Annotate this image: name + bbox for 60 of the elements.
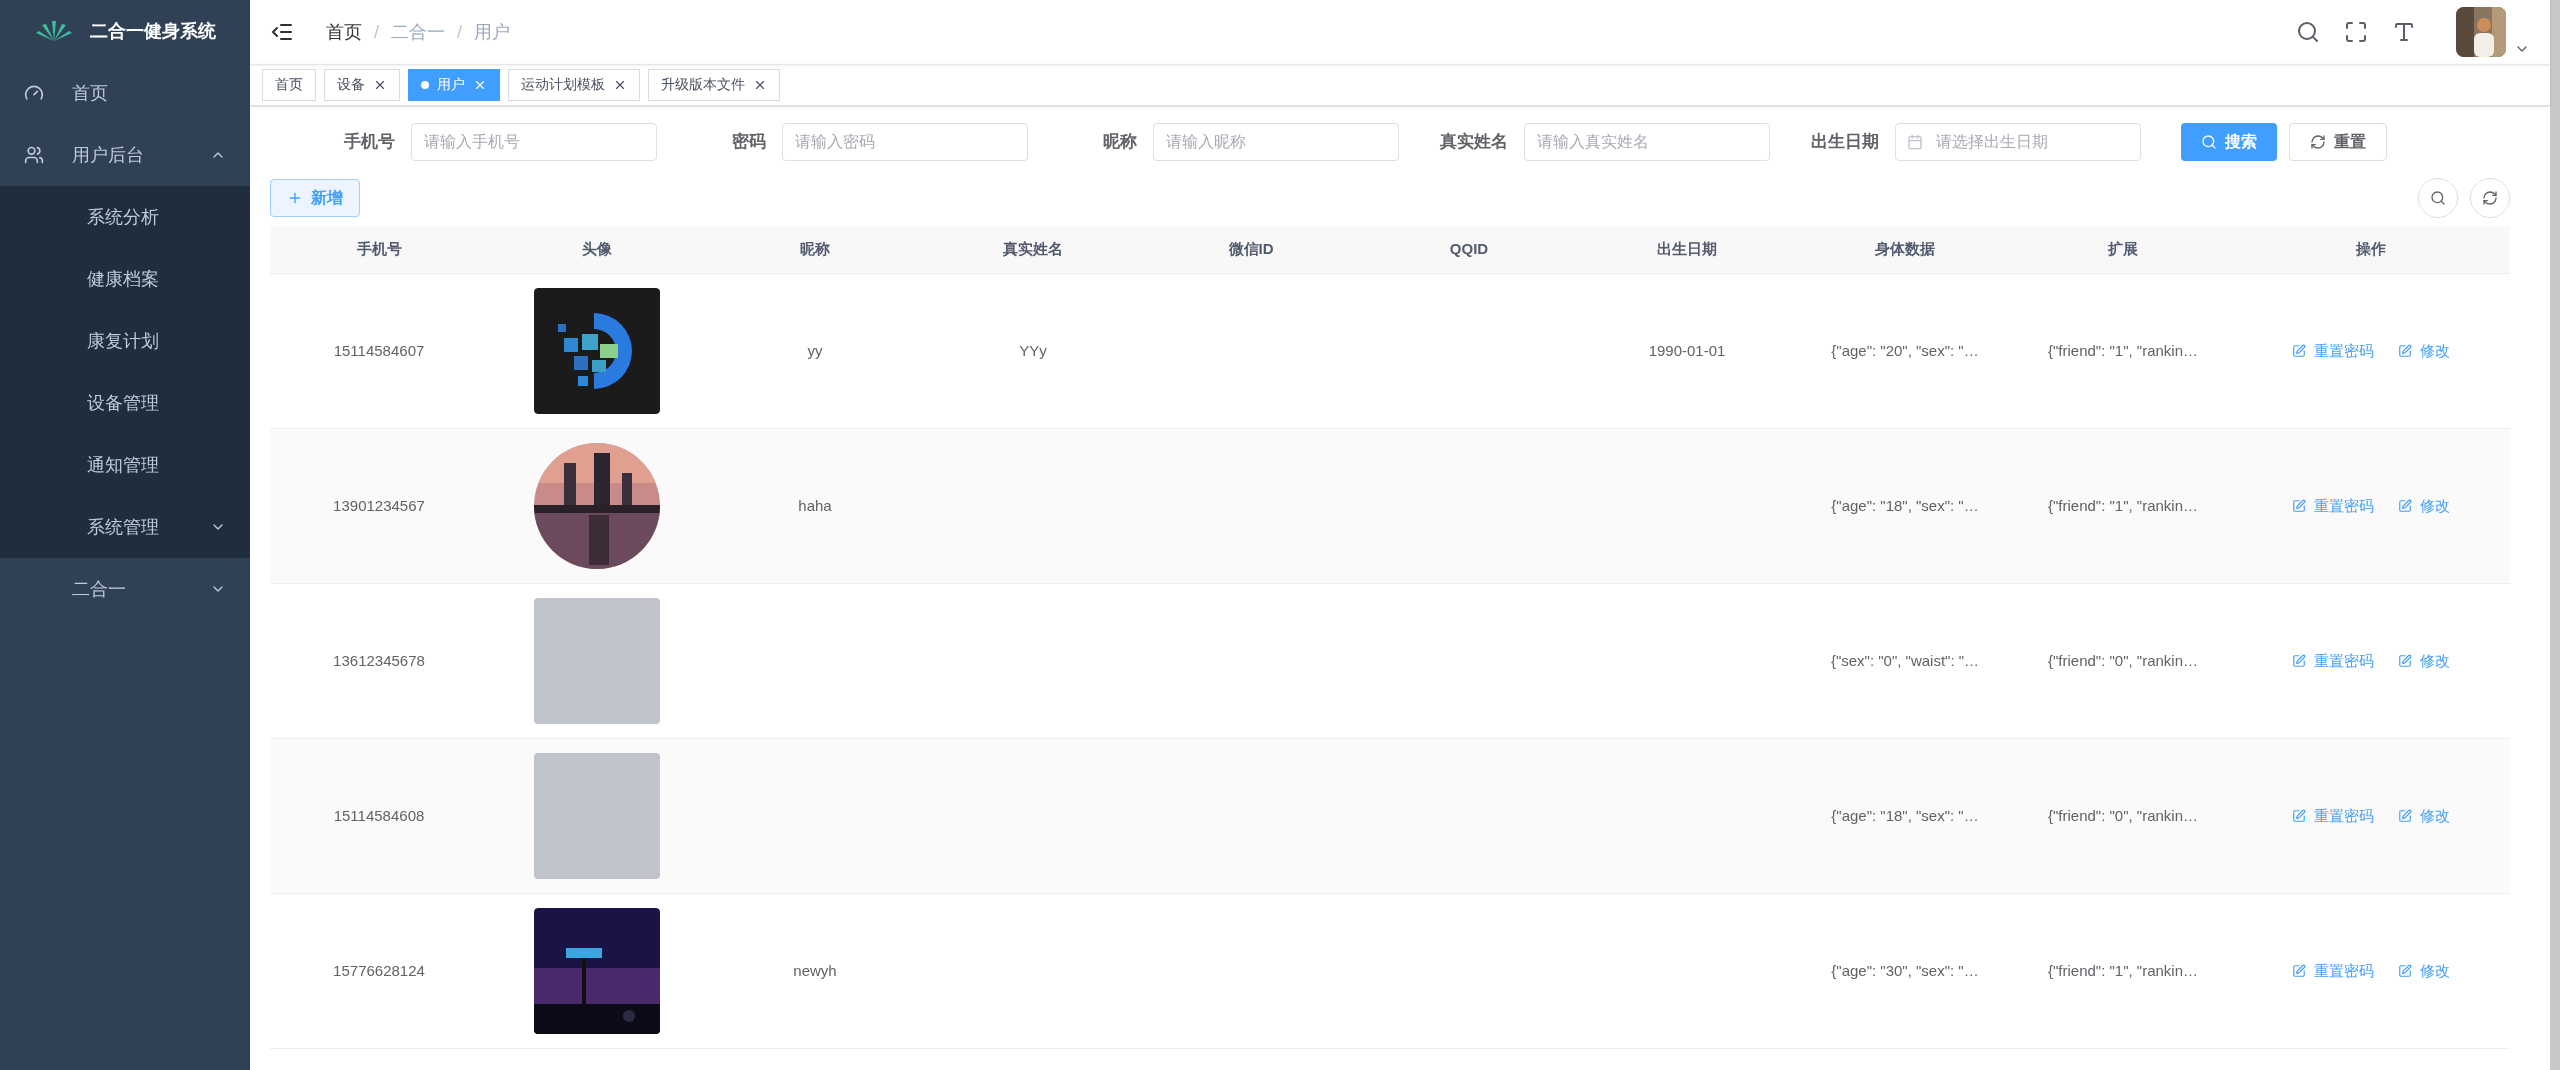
reset-button[interactable]: 重置 [2289,123,2387,161]
table-cell-text: {"age": "30", "sex": "… [1830,960,1980,981]
table-cell-text: 13901234567 [332,495,426,516]
table-cell-text: YYy [1018,340,1048,361]
menu-item[interactable]: 二合一 [0,558,250,620]
table-cell-text: 15114584608 [332,805,426,826]
column-header: 真实姓名 [1002,239,1064,260]
table-cell-text: {"friend": "0", "rankin… [2047,650,2199,671]
submenu-item[interactable]: 系统分析 [0,186,250,248]
column-header: 昵称 [799,239,831,260]
table-cell-text: 15114584607 [332,340,426,361]
column-header: 操作 [2355,239,2387,260]
table-cell-text: 13612345678 [332,650,426,671]
menu-item[interactable]: 用户后台 [0,124,250,186]
column-header: QQID [1448,239,1490,260]
input-field[interactable]: 请输入昵称 [1153,123,1399,161]
submenu-item[interactable]: 设备管理 [0,372,250,434]
input-field[interactable]: 请输入密码 [782,123,1028,161]
column-header: 微信ID [1227,239,1275,260]
column-header: 扩展 [2107,239,2139,260]
table-cell-text: {"age": "18", "sex": "… [1830,805,1980,826]
filter-label: 手机号 [344,131,395,154]
submenu-item[interactable]: 通知管理 [0,434,250,496]
page-tab[interactable]: 设备 [324,68,400,101]
breadcrumb-item: 二合一 [391,20,445,44]
column-header: 出生日期 [1656,239,1718,260]
filter-label: 密码 [732,131,766,154]
column-header: 头像 [581,239,613,260]
column-header: 手机号 [355,239,403,260]
breadcrumb-separator: / [374,20,379,44]
input-field[interactable]: 请输入真实姓名 [1524,123,1770,161]
filter-label: 昵称 [1103,131,1137,154]
table-cell-text: {"age": "20", "sex": "… [1830,340,1980,361]
page-tab[interactable]: 首页 [262,68,316,101]
column-header: 身体数据 [1874,239,1936,260]
filter-label: 真实姓名 [1440,131,1508,154]
table-cell-text: 1990-01-01 [1647,340,1727,361]
input-field[interactable]: 请输入手机号 [411,123,657,161]
table-cell-text: {"friend": "1", "rankin… [2047,960,2199,981]
page-tab[interactable]: 运动计划模板 [508,68,640,101]
breadcrumb-item[interactable]: 首页 [326,18,362,46]
page-tab[interactable]: 升级版本文件 [648,68,780,101]
table-cell-text: newyh [792,960,838,981]
menu-item[interactable]: 首页 [0,62,250,124]
table-cell-text: {"sex": "0", "waist": "… [1829,650,1981,671]
table-cell-text: {"friend": "0", "rankin… [2047,805,2199,826]
app-title: 二合一健身系统 [90,19,216,43]
table-cell-text: {"age": "18", "sex": "… [1830,495,1980,516]
table-cell-text: 15776628124 [332,960,426,981]
submenu-item[interactable]: 系统管理 [0,496,250,558]
table-cell-text: {"friend": "1", "rankin… [2047,340,2199,361]
table-cell-text: {"friend": "1", "rankin… [2047,495,2199,516]
table-cell-text: yy [806,340,824,361]
submenu-item[interactable]: 康复计划 [0,310,250,372]
breadcrumb-separator: / [457,20,463,44]
filter-label: 出生日期 [1811,131,1879,154]
breadcrumb-item: 用户 [474,20,511,44]
submenu-item[interactable]: 健康档案 [0,248,250,310]
date-field[interactable]: 请选择出生日期 [1895,123,2141,161]
table-cell-text: haha [797,495,833,516]
